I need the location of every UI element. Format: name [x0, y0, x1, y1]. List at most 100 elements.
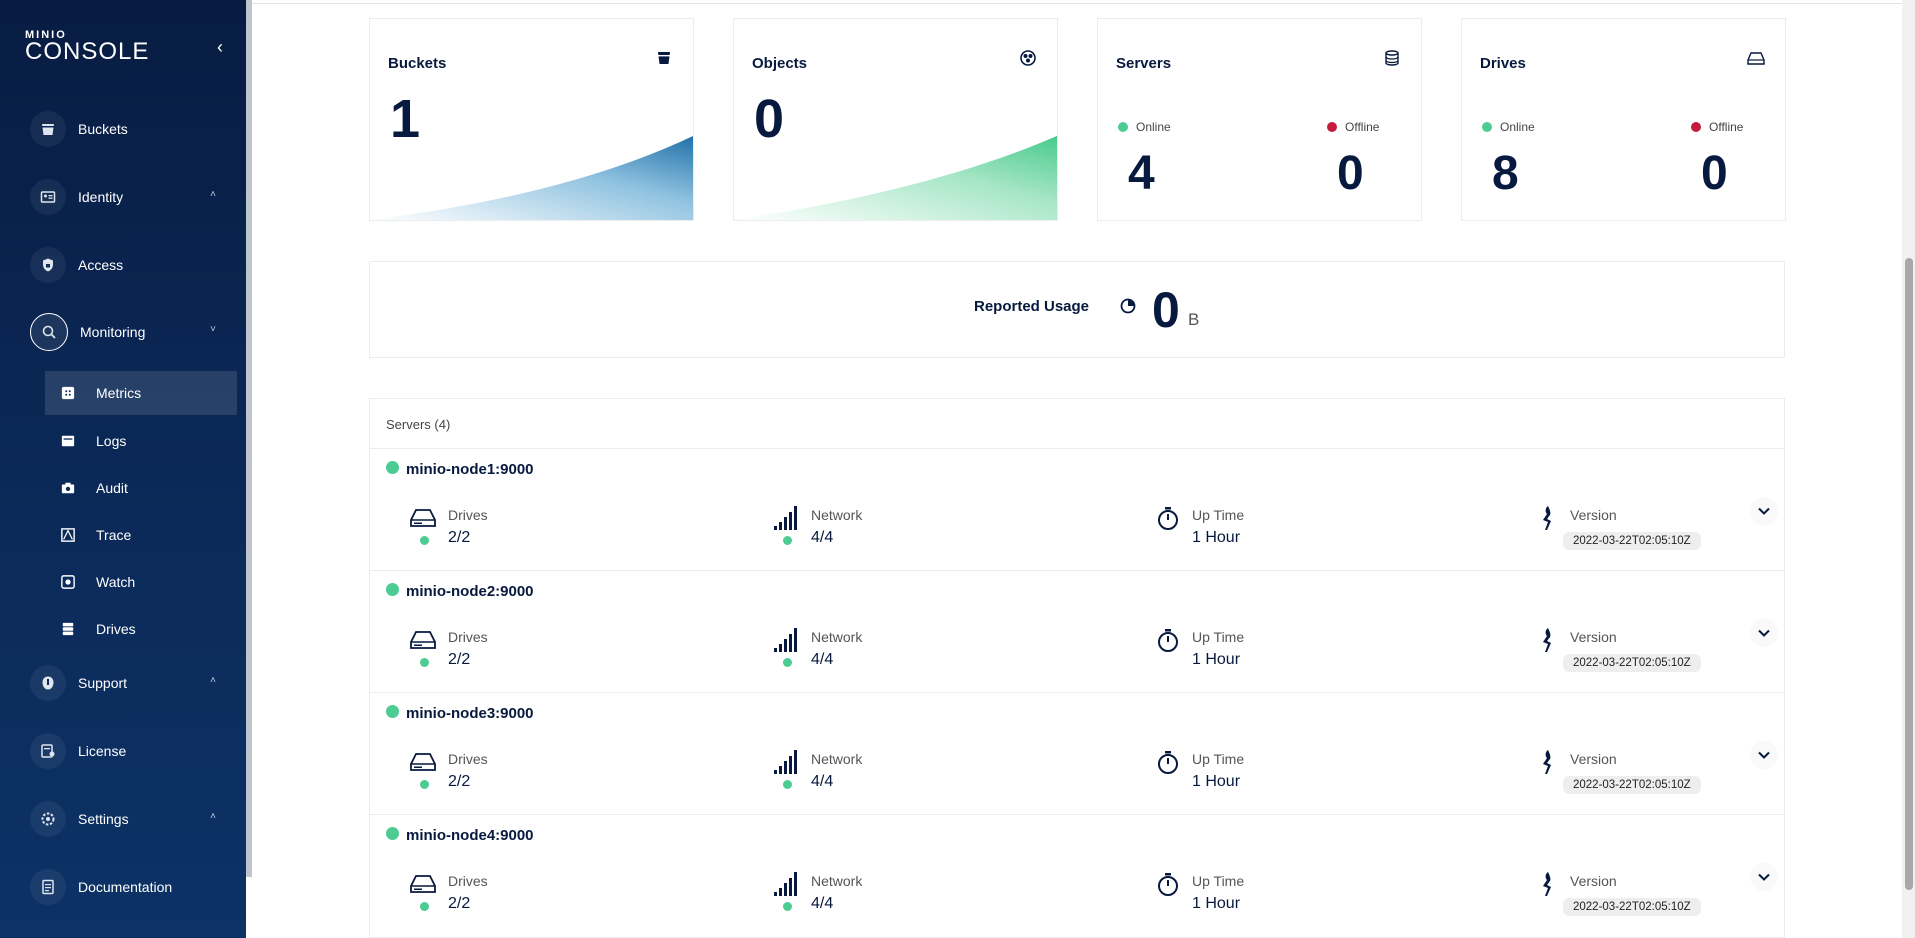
- sidebar-subitem-logs[interactable]: Logs: [45, 419, 237, 463]
- expand-server-button[interactable]: [1750, 741, 1778, 769]
- status-dot: [783, 780, 792, 789]
- network-signal-icon: [774, 506, 797, 530]
- version-label: Version: [1570, 629, 1617, 645]
- reported-usage-label: Reported Usage: [974, 298, 1090, 315]
- uptime-value: 1 Hour: [1192, 895, 1241, 912]
- status-dot: [420, 780, 429, 789]
- drive-icon: [410, 631, 436, 649]
- network-value: 4/4: [811, 773, 834, 790]
- drives-value: 2/2: [448, 773, 471, 790]
- uptime-label: Up Time: [1192, 751, 1245, 767]
- support-icon: [30, 665, 66, 701]
- reported-usage-value: 0: [1152, 282, 1180, 338]
- servers-offline-status: Offline: [1327, 120, 1379, 134]
- sidebar-subitem-metrics[interactable]: Metrics: [45, 371, 237, 415]
- sidebar-item-identity[interactable]: Identity ˄: [30, 177, 226, 217]
- status-dot: [420, 902, 429, 911]
- sidebar-item-label: License: [78, 743, 127, 759]
- server-name-text: minio-node3:9000: [406, 705, 534, 722]
- offline-label: Offline: [1709, 120, 1744, 134]
- objects-card-title: Objects: [752, 55, 808, 72]
- drive-icon: [1747, 52, 1765, 65]
- offline-dot: [1327, 122, 1337, 132]
- version-label: Version: [1570, 507, 1617, 523]
- sidebar-item-support[interactable]: Support ˄: [30, 663, 226, 703]
- sidebar-subitem-label: Watch: [96, 574, 136, 590]
- server-name-text: minio-node1:9000: [406, 461, 534, 478]
- lock-icon: [30, 247, 66, 283]
- server-row: minio-node2:9000 Drives 2/2 Network 4/4 …: [370, 570, 1784, 692]
- sidebar-subitem-drives[interactable]: Drives: [45, 607, 237, 651]
- server-status-dot: [386, 461, 399, 474]
- drive-icon: [410, 509, 436, 527]
- network-label: Network: [811, 629, 863, 645]
- drives-value: 2/2: [448, 895, 471, 912]
- logs-icon: [60, 433, 76, 449]
- minio-bird-icon: [1543, 628, 1551, 652]
- drives-label: Drives: [448, 629, 488, 645]
- chevron-up-icon: ˄: [210, 675, 216, 686]
- network-label: Network: [811, 751, 863, 767]
- drive-icon: [410, 875, 436, 893]
- chevron-down-icon: [1758, 751, 1770, 759]
- online-label: Online: [1136, 120, 1171, 134]
- sidebar-subitem-label: Drives: [96, 621, 136, 637]
- sidebar-subitem-label: Audit: [96, 480, 128, 496]
- chevron-left-icon[interactable]: ‹: [210, 37, 230, 57]
- sidebar-item-label: Documentation: [78, 879, 173, 895]
- minio-bird-icon: [1543, 872, 1551, 896]
- stopwatch-icon: [1158, 873, 1178, 896]
- server-name: minio-node2:9000: [386, 583, 534, 600]
- audit-icon: [60, 480, 76, 496]
- sidebar-subitem-label: Logs: [96, 433, 127, 449]
- sidebar-item-monitoring[interactable]: Monitoring ˅: [30, 312, 226, 352]
- main-content: Buckets 1 Objects 0 Servers Online Offli…: [252, 0, 1902, 938]
- expand-server-button[interactable]: [1750, 863, 1778, 891]
- server-status-dot: [386, 705, 399, 718]
- chevron-up-icon: ˄: [210, 189, 216, 200]
- sidebar-subitem-trace[interactable]: Trace: [45, 513, 237, 557]
- sidebar-item-documentation[interactable]: Documentation: [30, 867, 226, 907]
- version-badge: 2022-03-22T02:05:10Z: [1563, 898, 1701, 916]
- objects-card: Objects 0: [733, 18, 1058, 221]
- sidebar-subitem-watch[interactable]: Watch: [45, 560, 237, 604]
- drives-card-title: Drives: [1480, 55, 1526, 72]
- page-scrollbar-thumb[interactable]: [1905, 258, 1913, 890]
- offline-dot: [1691, 122, 1701, 132]
- drives-offline-count: 0: [1701, 147, 1728, 200]
- chevron-down-icon: [1758, 873, 1770, 881]
- server-status-dot: [386, 827, 399, 840]
- drives-offline-status: Offline: [1691, 120, 1743, 134]
- sidebar-item-settings[interactable]: Settings ˄: [30, 799, 226, 839]
- server-name: minio-node1:9000: [386, 461, 534, 478]
- identity-icon: [30, 179, 66, 215]
- status-dot: [420, 536, 429, 545]
- expand-server-button[interactable]: [1750, 619, 1778, 647]
- reported-usage-panel: Reported Usage 0 B: [369, 261, 1785, 358]
- sidebar-item-label: Support: [78, 675, 128, 691]
- network-value: 4/4: [811, 651, 834, 668]
- minio-console-logo[interactable]: MINIO CONSOLE: [25, 30, 149, 64]
- sidebar-item-license[interactable]: License: [30, 731, 226, 771]
- uptime-value: 1 Hour: [1192, 529, 1241, 546]
- buckets-chart-wedge: [370, 135, 693, 220]
- chevron-up-icon: ˄: [210, 811, 216, 822]
- reported-usage-unit: B: [1188, 310, 1200, 329]
- servers-panel: Servers (4) minio-node1:9000 Drives 2/2 …: [369, 398, 1785, 938]
- expand-server-button[interactable]: [1750, 497, 1778, 525]
- online-dot: [1482, 122, 1492, 132]
- network-label: Network: [811, 507, 863, 523]
- sidebar-item-label: Monitoring: [80, 324, 146, 340]
- sidebar-subitem-audit[interactable]: Audit: [45, 466, 237, 510]
- settings-icon: [30, 801, 66, 837]
- sidebar-item-access[interactable]: Access: [30, 245, 226, 285]
- sidebar-item-buckets[interactable]: Buckets: [30, 109, 226, 149]
- version-badge: 2022-03-22T02:05:10Z: [1563, 776, 1701, 794]
- status-dot: [420, 658, 429, 667]
- server-row: minio-node4:9000 Drives 2/2 Network 4/4 …: [370, 814, 1784, 936]
- stopwatch-icon: [1158, 751, 1178, 774]
- offline-label: Offline: [1345, 120, 1380, 134]
- network-signal-icon: [774, 872, 797, 896]
- drives-label: Drives: [448, 751, 488, 767]
- uptime-label: Up Time: [1192, 629, 1245, 645]
